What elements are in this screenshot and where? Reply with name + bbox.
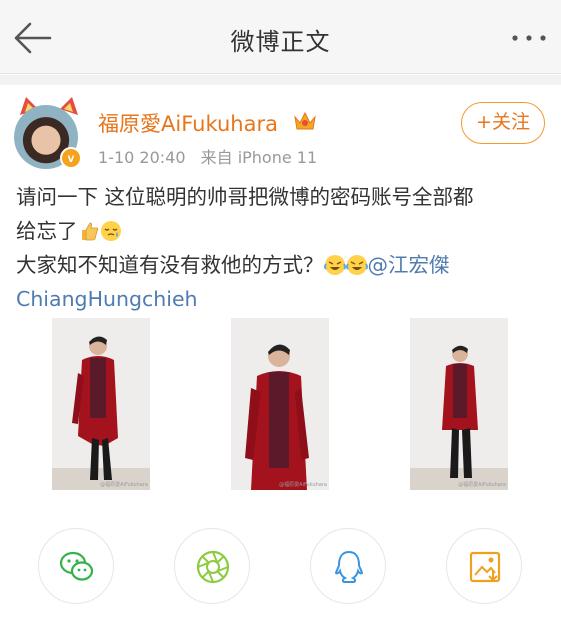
- post-text-segment: 给忘了: [16, 219, 78, 243]
- qq-icon: [334, 550, 364, 583]
- crown-icon: [294, 111, 316, 130]
- sleepy-face-icon: [100, 221, 121, 241]
- post-photo-1[interactable]: @福原愛AiFukuhara: [52, 318, 150, 490]
- moments-icon: [196, 550, 230, 584]
- share-qq-button[interactable]: [310, 528, 386, 604]
- post-photo-2[interactable]: @福原愛AiFukuhara: [231, 318, 329, 490]
- laugh-cry-icon: [323, 255, 346, 275]
- more-dots-icon: [512, 35, 546, 41]
- verified-badge: v: [60, 147, 82, 169]
- more-button[interactable]: [509, 26, 549, 50]
- post-time: 1-10 20:40: [98, 148, 186, 167]
- author-name[interactable]: 福原愛AiFukuhara: [98, 108, 278, 138]
- photo-person: [231, 318, 329, 490]
- laugh-cry-icon: [345, 255, 368, 275]
- wechat-icon: [59, 551, 94, 581]
- share-moments-button[interactable]: [174, 528, 250, 604]
- mention-link-continued[interactable]: ChiangHungchieh: [16, 282, 551, 316]
- mention-link[interactable]: @江宏傑: [368, 253, 450, 277]
- follow-button[interactable]: +关注: [461, 102, 545, 144]
- post-meta: 1-10 20:40 来自 iPhone 11: [98, 144, 327, 168]
- photo-person: [52, 318, 150, 490]
- top-navbar: 微博正文: [0, 0, 561, 74]
- thumbs-up-icon: [81, 222, 98, 241]
- avatar[interactable]: v: [14, 95, 84, 169]
- save-image-button[interactable]: [446, 528, 522, 604]
- save-image-icon: [469, 551, 501, 583]
- post-photo-3[interactable]: @福原愛AiFukuhara: [410, 318, 508, 490]
- share-wechat-button[interactable]: [38, 528, 114, 604]
- photo-watermark: @福原愛AiFukuhara: [100, 482, 148, 488]
- photo-person: [410, 318, 508, 490]
- page-title: 微博正文: [230, 28, 331, 56]
- post-text-line: 大家知不知道有没有救他的方式？ @江宏傑: [16, 248, 551, 282]
- post-body: 请问一下 这位聪明的帅哥把微博的密码账号全部都 给忘了 大家知不知道有没有救他的…: [16, 180, 551, 316]
- post-text-segment: 大家知不知道有没有救他的方式？: [16, 253, 324, 277]
- section-divider: [0, 75, 561, 85]
- photo-watermark: @福原愛AiFukuhara: [279, 482, 327, 488]
- post-text-line: 给忘了: [16, 214, 551, 248]
- photo-watermark: @福原愛AiFukuhara: [458, 482, 506, 488]
- post-text-line: 请问一下 这位聪明的帅哥把微博的密码账号全部都: [16, 185, 474, 209]
- post-source: 来自 iPhone 11: [200, 148, 318, 167]
